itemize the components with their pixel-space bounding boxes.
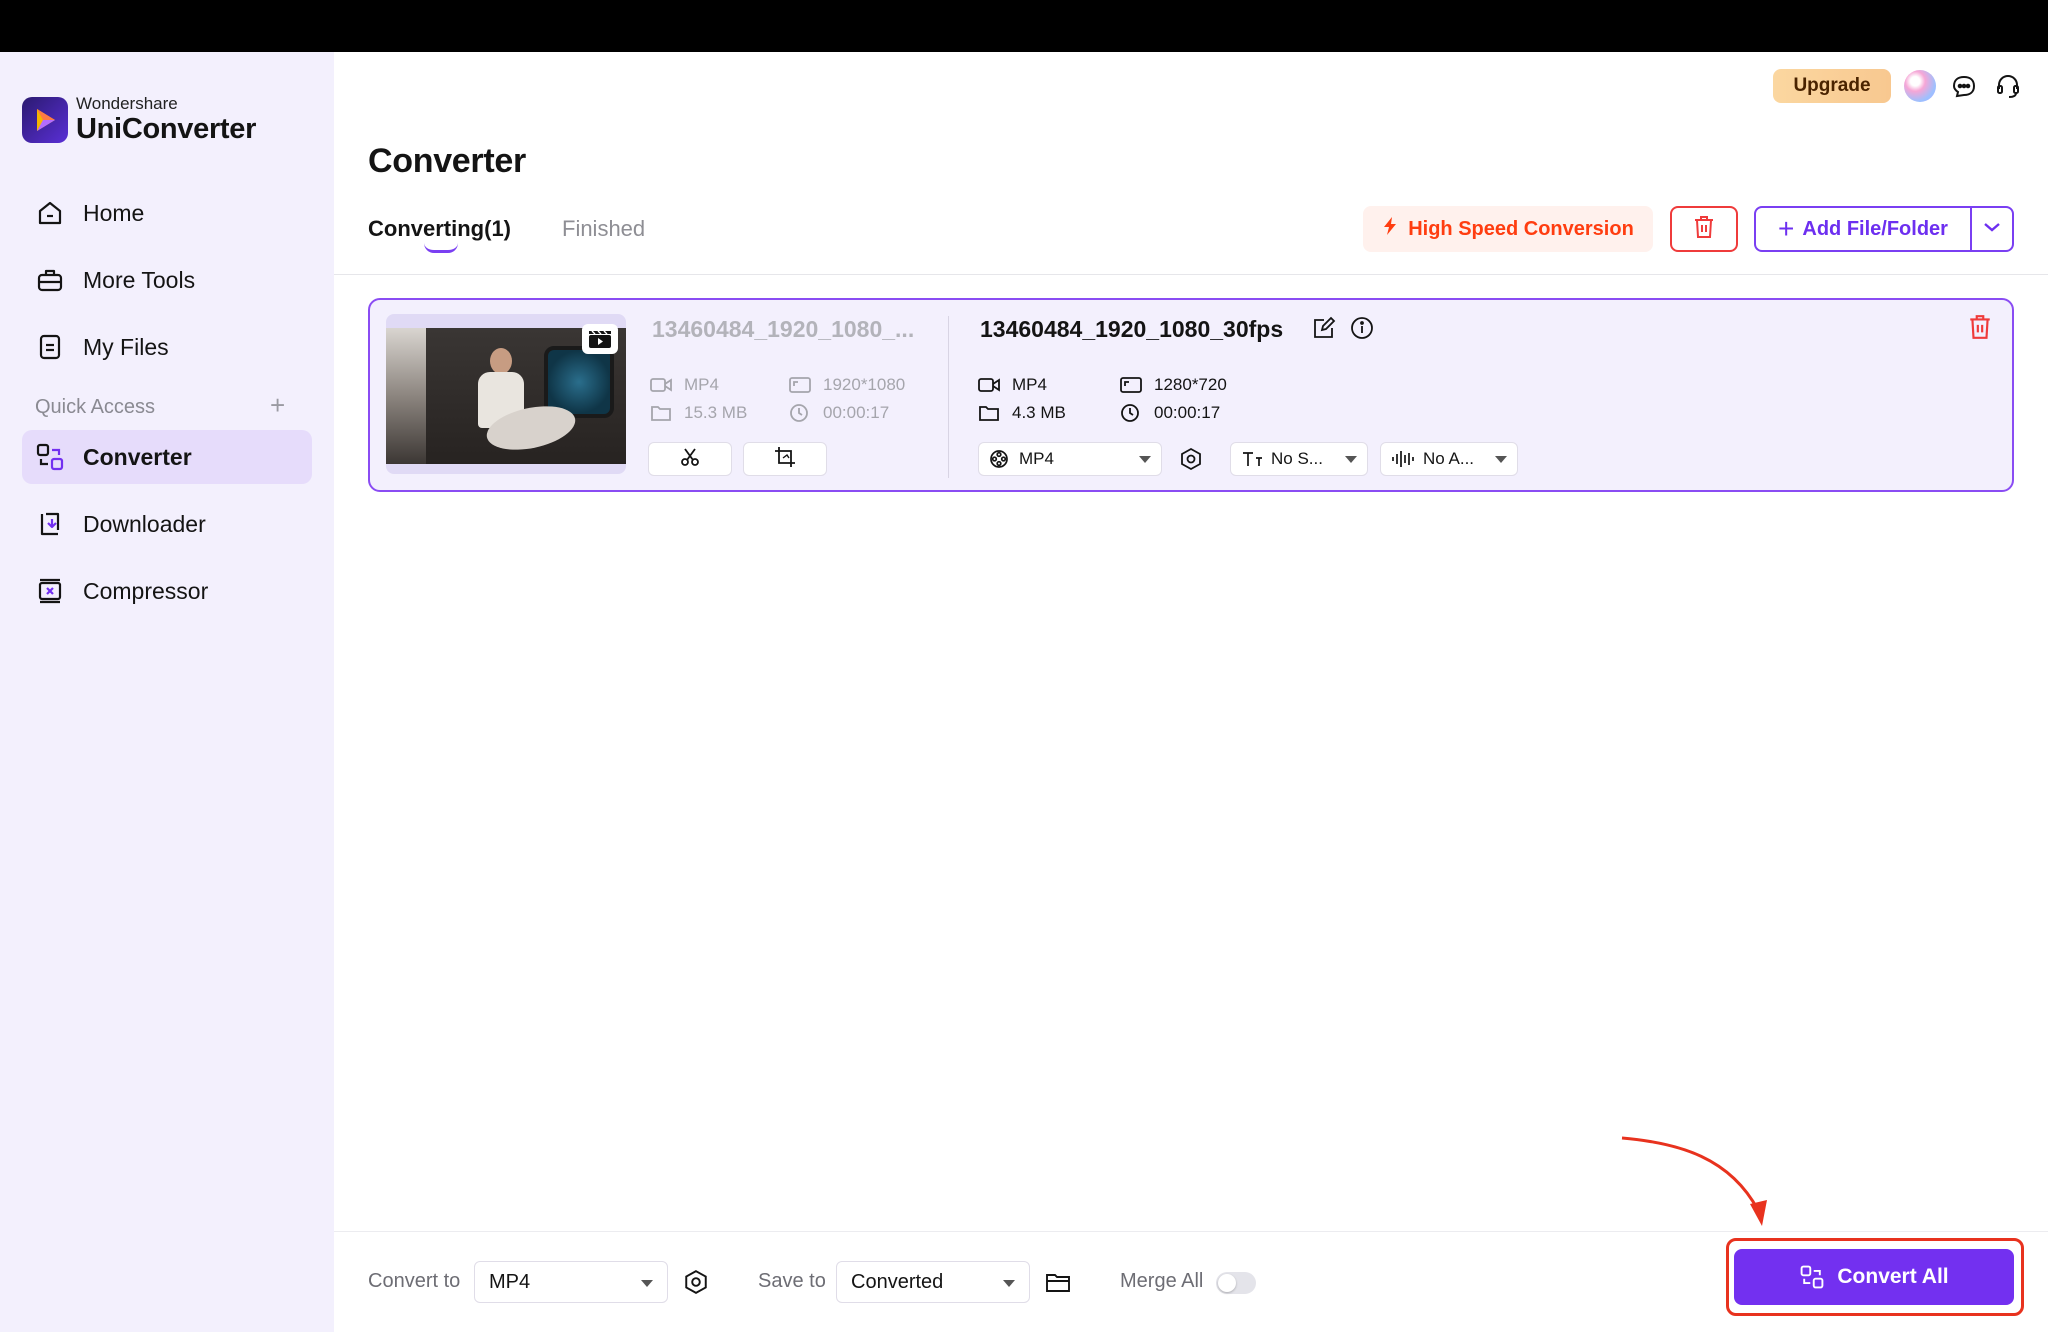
avatar[interactable] xyxy=(1904,70,1936,102)
output-resolution: 1280*720 xyxy=(1120,375,1227,395)
trash-icon xyxy=(1693,215,1715,244)
trim-button[interactable] xyxy=(648,442,732,476)
format-settings-gear-icon[interactable] xyxy=(1176,444,1206,474)
caret-down-icon xyxy=(1003,1271,1015,1294)
video-icon xyxy=(650,377,674,393)
tab-converting[interactable]: Converting(1) xyxy=(368,216,511,242)
source-duration: 00:00:17 xyxy=(789,403,889,423)
folder-icon xyxy=(978,404,1002,422)
subtitle-select[interactable]: No S... xyxy=(1230,442,1368,476)
headset-support-icon[interactable] xyxy=(1992,70,2024,102)
audio-wave-icon xyxy=(1391,450,1415,468)
app-name: UniConverter xyxy=(76,113,257,145)
video-thumbnail[interactable] xyxy=(386,314,626,474)
add-file-folder-button[interactable]: + Add File/Folder xyxy=(1754,206,1970,252)
caret-down-icon xyxy=(1139,449,1151,469)
scissors-icon xyxy=(679,447,701,472)
output-file-name: 13460484_1920_1080_30fps xyxy=(980,316,1284,342)
sidebar-item-label: Downloader xyxy=(83,510,206,537)
output-size: 4.3 MB xyxy=(978,403,1066,423)
caret-down-icon xyxy=(1495,449,1507,469)
sidebar-item-label: More Tools xyxy=(83,266,196,293)
resolution-icon xyxy=(789,377,813,393)
source-resolution: 1920*1080 xyxy=(789,375,905,395)
card-divider xyxy=(948,316,949,478)
file-icon xyxy=(22,333,78,361)
info-icon[interactable] xyxy=(1350,316,1376,342)
header-divider xyxy=(334,274,2048,275)
source-format: MP4 xyxy=(650,375,719,395)
delete-all-button[interactable] xyxy=(1670,206,1738,252)
caret-down-icon xyxy=(641,1271,653,1294)
caret-down-icon xyxy=(1345,449,1357,469)
app-window: Wondershare UniConverter Home More Tools… xyxy=(0,52,2048,1332)
convert-all-label: Convert All xyxy=(1837,1265,1949,1288)
sidebar-item-downloader[interactable]: Downloader xyxy=(22,497,312,551)
output-duration: 00:00:17 xyxy=(1120,403,1220,423)
folder-icon xyxy=(650,404,674,422)
quick-access-label: Quick Access xyxy=(35,396,156,418)
sidebar: Wondershare UniConverter Home More Tools… xyxy=(0,52,334,1332)
sidebar-item-my-files[interactable]: My Files xyxy=(22,320,312,374)
clock-icon xyxy=(1120,403,1144,423)
film-reel-icon xyxy=(989,449,1009,469)
merge-all-toggle[interactable] xyxy=(1216,1272,1256,1294)
sidebar-item-label: My Files xyxy=(83,333,169,360)
page-title: Converter xyxy=(368,142,526,180)
toolbox-icon xyxy=(22,266,78,294)
sidebar-item-compressor[interactable]: Compressor xyxy=(22,564,312,618)
video-icon xyxy=(978,377,1002,393)
compress-icon xyxy=(22,577,78,605)
sidebar-item-label: Home xyxy=(83,199,145,226)
sidebar-item-converter[interactable]: Converter xyxy=(22,430,312,484)
high-speed-conversion-button[interactable]: High Speed Conversion xyxy=(1363,206,1653,252)
message-icon[interactable] xyxy=(1948,70,1980,102)
clock-icon xyxy=(789,403,813,423)
uniconverter-logo-icon xyxy=(22,96,68,143)
upgrade-button[interactable]: Upgrade xyxy=(1773,69,1891,103)
crop-edit-button[interactable] xyxy=(743,442,827,476)
active-tab-indicator xyxy=(424,243,458,253)
output-settings-gear-icon[interactable] xyxy=(680,1266,712,1298)
plus-icon: + xyxy=(1778,213,1795,244)
output-format-select[interactable]: MP4 xyxy=(978,442,1162,476)
remove-file-trash-icon[interactable] xyxy=(1968,314,1998,344)
brand-name: Wondershare xyxy=(76,94,178,113)
home-icon xyxy=(22,199,78,227)
tab-finished[interactable]: Finished xyxy=(562,216,645,242)
converter-icon xyxy=(22,442,78,472)
output-format: MP4 xyxy=(978,375,1047,395)
quick-access-add-button[interactable]: + xyxy=(270,390,285,421)
window-titlebar xyxy=(0,0,2048,52)
save-to-select[interactable]: Converted xyxy=(836,1261,1030,1303)
app-logo: Wondershare UniConverter xyxy=(22,95,256,144)
high-speed-conversion-label: High Speed Conversion xyxy=(1408,217,1634,240)
convert-to-label: Convert to xyxy=(368,1270,461,1292)
convert-to-select[interactable]: MP4 xyxy=(474,1261,668,1303)
source-file-name: 13460484_1920_1080_... xyxy=(652,316,915,342)
sidebar-item-more-tools[interactable]: More Tools xyxy=(22,253,312,307)
crop-icon xyxy=(774,446,796,473)
convert-icon xyxy=(1799,1264,1825,1290)
sidebar-item-label: Converter xyxy=(83,443,192,470)
merge-all-label: Merge All xyxy=(1120,1270,1204,1292)
sidebar-item-home[interactable]: Home xyxy=(22,186,312,240)
file-item-card[interactable]: 13460484_1920_1080_... MP4 15.3 MB 1920*… xyxy=(368,298,2014,492)
convert-all-button[interactable]: Convert All xyxy=(1734,1249,2014,1305)
edit-name-icon[interactable] xyxy=(1312,316,1338,342)
sidebar-item-label: Compressor xyxy=(83,577,209,604)
source-size: 15.3 MB xyxy=(650,403,747,423)
play-clapper-icon[interactable] xyxy=(582,324,618,354)
add-file-folder-label: Add File/Folder xyxy=(1802,217,1948,240)
text-subtitle-icon xyxy=(1241,450,1263,468)
add-file-dropdown-button[interactable] xyxy=(1970,206,2014,252)
download-icon xyxy=(22,510,78,538)
chevron-down-icon xyxy=(1983,220,2001,238)
resolution-icon xyxy=(1120,377,1144,393)
audio-track-select[interactable]: No A... xyxy=(1380,442,1518,476)
save-to-label: Save to xyxy=(758,1270,826,1292)
lightning-icon xyxy=(1382,216,1398,242)
open-folder-icon[interactable] xyxy=(1042,1266,1074,1298)
